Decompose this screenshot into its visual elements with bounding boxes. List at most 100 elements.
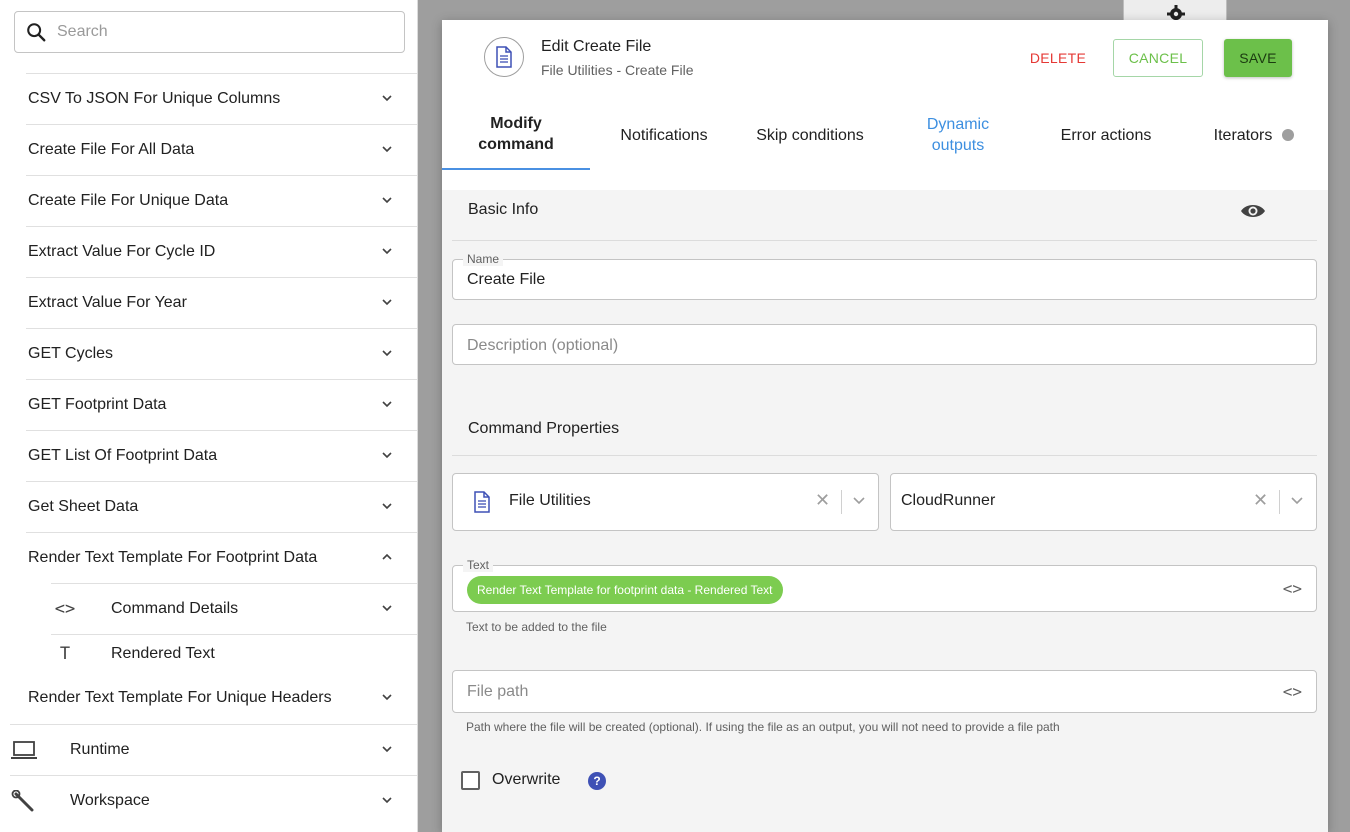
clear-icon[interactable]: ✕ [1253,490,1268,511]
search-input[interactable] [57,23,377,41]
tab-label: Modify command [478,115,554,153]
list-item-label: Render Text Template For Footprint Data [28,549,318,566]
tab-iterators[interactable]: Iterators [1182,100,1326,170]
list-item-get-footprint[interactable]: GET Footprint Data [26,379,417,430]
text-field[interactable]: Text Render Text Template for footprint … [452,558,1317,612]
chevron-down-icon[interactable] [382,399,392,409]
overwrite-checkbox[interactable] [461,771,480,790]
chevron-down-icon[interactable] [382,450,392,460]
code-icon[interactable]: <> [1283,579,1302,598]
chevron-down-icon[interactable] [382,144,392,154]
search-box[interactable] [14,11,405,53]
file-utilities-avatar [484,37,524,77]
tab-label: Dynamic outputs [926,116,990,154]
list-item-label: Extract Value For Year [28,294,187,311]
name-field[interactable]: Name Create File [452,252,1317,300]
runner-value: CloudRunner [901,492,996,509]
description-placeholder: Description (optional) [467,337,619,354]
list-item-label: GET List Of Footprint Data [28,447,218,464]
tab-dynamic-outputs[interactable]: Dynamic outputs [884,100,1032,170]
divider [452,240,1317,241]
wrench-icon [11,790,34,812]
chevron-down-icon[interactable] [382,246,392,256]
text-label: Text [463,558,494,572]
chevron-down-icon[interactable] [1291,496,1303,506]
cancel-button[interactable]: CANCEL [1113,39,1203,77]
document-icon [474,491,490,513]
sub-item-rendered-text[interactable]: T Rendered Text [51,634,417,672]
tab-label: Skip conditions [756,126,864,144]
list-item-create-file-all[interactable]: Create File For All Data [26,124,417,175]
chevron-down-icon[interactable] [853,496,865,506]
tab-skip-conditions[interactable]: Skip conditions [738,100,882,170]
file-path-placeholder: File path [467,683,529,700]
delete-button[interactable]: DELETE [1016,40,1100,76]
status-dot [1282,129,1295,141]
integration-select[interactable]: File Utilities ✕ [452,473,879,531]
integration-value: File Utilities [509,492,591,509]
list-item-extract-cycle-id[interactable]: Extract Value For Cycle ID [26,226,417,277]
code-icon: <> [54,599,76,619]
description-field[interactable]: Description (optional) [452,324,1317,365]
select-separator [841,490,842,514]
list-item-label: CSV To JSON For Unique Columns [28,90,281,107]
laptop-icon [11,741,37,759]
name-value: Create File [467,271,546,288]
list-item-label: GET Footprint Data [28,396,167,413]
overwrite-label: Overwrite [492,771,561,788]
list-item-render-footprint[interactable]: Render Text Template For Footprint Data [26,532,417,583]
edit-command-dialog: Edit Create File File Utilities - Create… [442,20,1328,832]
list-item-get-list-footprint[interactable]: GET List Of Footprint Data [26,430,417,481]
chevron-down-icon[interactable] [382,195,392,205]
text-icon: T [59,643,71,664]
file-path-field[interactable]: File path <> [452,670,1317,713]
text-helper: Text to be added to the file [466,620,607,634]
list-item-csv-to-json[interactable]: CSV To JSON For Unique Columns [26,73,417,124]
document-icon [496,46,512,68]
list-item-get-cycles[interactable]: GET Cycles [26,328,417,379]
tab-modify-command[interactable]: Modify command [442,100,590,170]
list-item-get-sheet[interactable]: Get Sheet Data [26,481,417,532]
settings-tab[interactable] [1123,0,1227,23]
tab-notifications[interactable]: Notifications [592,100,736,170]
save-button[interactable]: SAVE [1224,39,1292,77]
name-label: Name [463,252,504,266]
eye-icon[interactable] [1240,200,1266,222]
chevron-down-icon[interactable] [382,603,392,613]
variable-chip[interactable]: Render Text Template for footprint data … [467,576,783,604]
sidebar-item-workspace[interactable]: Workspace [10,775,417,826]
tab-label: Iterators [1213,126,1273,144]
list-item-label: Render Text Template For Unique Headers [28,689,332,706]
basic-info-title: Basic Info [468,201,539,218]
command-list: CSV To JSON For Unique Columns Create Fi… [0,73,417,826]
chevron-down-icon[interactable] [382,692,392,702]
file-path-helper: Path where the file will be created (opt… [466,720,1060,734]
list-item-extract-year[interactable]: Extract Value For Year [26,277,417,328]
list-item-label: Get Sheet Data [28,498,139,515]
dialog-header: Edit Create File File Utilities - Create… [442,20,1328,190]
help-icon[interactable]: ? [588,772,606,790]
sub-item-label: Command Details [111,600,239,617]
sidebar-item-runtime[interactable]: Runtime [10,724,417,775]
tab-error-actions[interactable]: Error actions [1034,100,1178,170]
clear-icon[interactable]: ✕ [815,490,830,511]
dialog-tabs: Modify command Notifications Skip condit… [442,100,1328,170]
sub-item-command-details[interactable]: <> Command Details [51,583,417,634]
list-item-label: GET Cycles [28,345,114,362]
runner-select[interactable]: CloudRunner ✕ [890,473,1317,531]
chevron-down-icon[interactable] [382,744,392,754]
tab-label: Notifications [620,126,708,144]
dialog-title: Edit Create File [541,38,652,55]
chevron-down-icon[interactable] [382,348,392,358]
list-item-label: Create File For Unique Data [28,192,229,209]
list-item-create-file-unique[interactable]: Create File For Unique Data [26,175,417,226]
chevron-down-icon[interactable] [382,93,392,103]
command-properties-title: Command Properties [468,420,620,437]
chevron-down-icon[interactable] [382,501,392,511]
chevron-down-icon[interactable] [382,795,392,805]
chevron-down-icon[interactable] [382,297,392,307]
code-icon[interactable]: <> [1283,682,1302,701]
chevron-up-icon[interactable] [382,552,392,562]
list-item-render-unique-headers[interactable]: Render Text Template For Unique Headers [26,672,417,724]
sidebar: CSV To JSON For Unique Columns Create Fi… [0,0,418,832]
